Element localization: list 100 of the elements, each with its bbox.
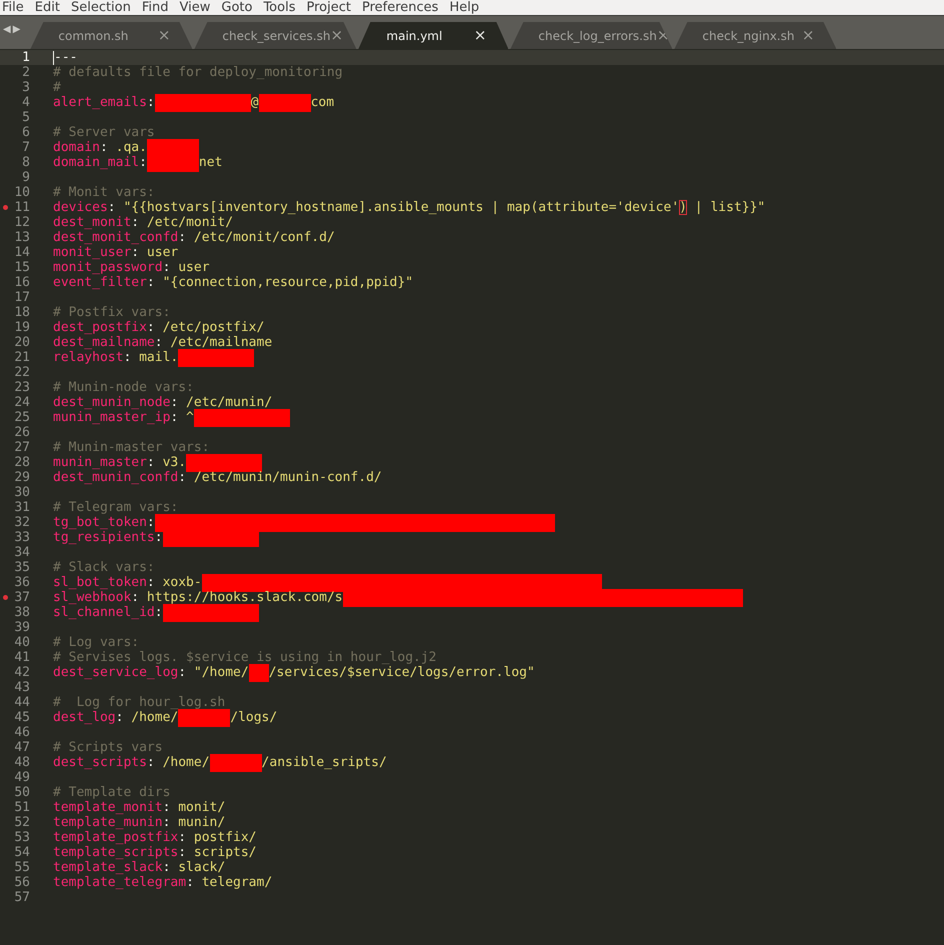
code-line: monit_user: user [53,245,178,260]
line-number: 40 [14,635,30,650]
code-comment: # Slack vars: [53,560,155,575]
line-number: 14 [14,245,30,260]
line-number: 11 [14,200,30,215]
line-number: 13 [14,230,30,245]
tab-scroll-button[interactable]: ▶ [12,24,20,35]
line-number: 18 [14,305,30,320]
code-line: relayhost: mail. [53,350,254,365]
line-number: 45 [14,710,30,725]
text-cursor [53,50,54,64]
menu-item[interactable]: Project [306,0,362,15]
code-line: sl_channel_id: [53,605,259,620]
code-line: event_filter: "{connection,resource,pid,ppid}" [53,275,414,290]
code-line: template_slack: slack/ [53,860,226,875]
line-number: 50 [14,785,30,800]
close-icon[interactable]: × [802,28,814,43]
menu-item[interactable]: Tools [263,0,306,15]
line-number: 43 [14,680,30,695]
code-line: munin_master_ip: ^ [53,410,290,425]
code-line: --- [53,50,78,65]
code-comment: # defaults file for deploy_monitoring [53,65,343,80]
line-number: 28 [14,455,30,470]
line-number: 10 [14,185,30,200]
line-number: 22 [14,365,30,380]
line-number: 5 [22,110,30,125]
code-line: dest_postfix: /etc/postfix/ [53,320,264,335]
code-line: devices: "{{hostvars[inventory_hostname].ansible_mounts | map(attribute='device') | list}}" [53,200,766,215]
line-number: 8 [22,155,30,170]
menu-item[interactable]: Selection [70,0,142,15]
file-tab[interactable]: main.yml × [358,22,508,49]
code-line: dest_monit: /etc/monit/ [53,215,234,230]
line-number: 46 [14,725,30,740]
close-icon[interactable]: × [330,28,344,43]
menu-item[interactable]: File [2,0,35,15]
line-number: 25 [14,410,30,425]
line-number: 9 [22,170,30,185]
code-comment: # Munin-master vars: [53,440,210,455]
menu-item[interactable]: Preferences [362,0,450,15]
line-number: 48 [14,755,30,770]
code-comment: # Log vars: [53,635,140,650]
menu-item[interactable]: View [180,0,222,15]
file-tab[interactable]: common.sh × [30,22,192,49]
file-tab[interactable]: check_services.sh× [194,22,356,49]
line-number: 1 [22,50,30,65]
code-line: dest_service_log: "/home/ /services/$service/logs/error.log" [53,665,535,680]
line-number: 30 [14,485,30,500]
code-line: domain_mail: net [53,155,222,170]
line-number: 38 [14,605,30,620]
line-number: 4 [22,95,30,110]
menu-item[interactable]: Edit [34,0,71,15]
code-line: dest_mailname: /etc/mailname [53,335,272,350]
file-tab[interactable]: check_nginx.sh × [674,22,836,49]
code-comment: # Servises logs. $service is using in hour_log.j2 [53,650,437,665]
code-line: tg_resipients: [53,530,259,545]
line-number: 12 [14,215,30,230]
menu-item[interactable]: Find [142,0,180,15]
tab-scroll-button[interactable]: ◀ [3,24,11,35]
line-number: 19 [14,320,30,335]
close-icon[interactable]: × [158,28,170,43]
line-number: 49 [14,770,30,785]
line-number: 51 [14,800,30,815]
close-icon[interactable]: × [474,28,486,43]
line-number: 56 [14,875,30,890]
code-comment: # Template dirs [53,785,170,800]
menu-item[interactable]: Goto [221,0,264,15]
code-comment: # Scripts vars [53,740,163,755]
line-number: 41 [14,650,30,665]
code-line: dest_munin_confd: /etc/munin/munin-conf.d/ [53,470,382,485]
line-number: 34 [14,545,30,560]
line-number: 2 [22,65,30,80]
line-number: 31 [14,500,30,515]
line-number: 17 [14,290,30,305]
code-line: template_telegram: telegram/ [53,875,272,890]
code-line: sl_webhook: https://hooks.slack.com/s [53,590,743,605]
code-line: alert_emails: @ com [53,95,334,110]
code-comment: # Server vars [53,125,155,140]
code-comment: # Telegram vars: [53,500,178,515]
line-number: 23 [14,380,30,395]
line-number: 15 [14,260,30,275]
code-line: template_monit: monit/ [53,800,226,815]
line-number: 35 [14,560,30,575]
code-line: monit_password: user [53,260,210,275]
code-line: dest_scripts: /home/ /ansible_sripts/ [53,755,387,770]
code-comment: # Log for hour_log.sh [53,695,226,710]
code-comment: # [53,80,61,95]
line-number: 32 [14,515,30,530]
line-number: 16 [14,275,30,290]
code-line: dest_log: /home/ /logs/ [53,710,278,725]
code-comment: # Munin-node vars: [53,380,194,395]
line-number: 21 [14,350,30,365]
menu-item[interactable]: Help [449,0,490,15]
line-number: 24 [14,395,30,410]
line-number: 47 [14,740,30,755]
line-number: 44 [14,695,30,710]
line-number: 7 [22,140,30,155]
line-number: 20 [14,335,30,350]
code-comment: # Postfix vars: [53,305,170,320]
code-line: munin_master: v3. [53,455,262,470]
line-number: 36 [14,575,30,590]
